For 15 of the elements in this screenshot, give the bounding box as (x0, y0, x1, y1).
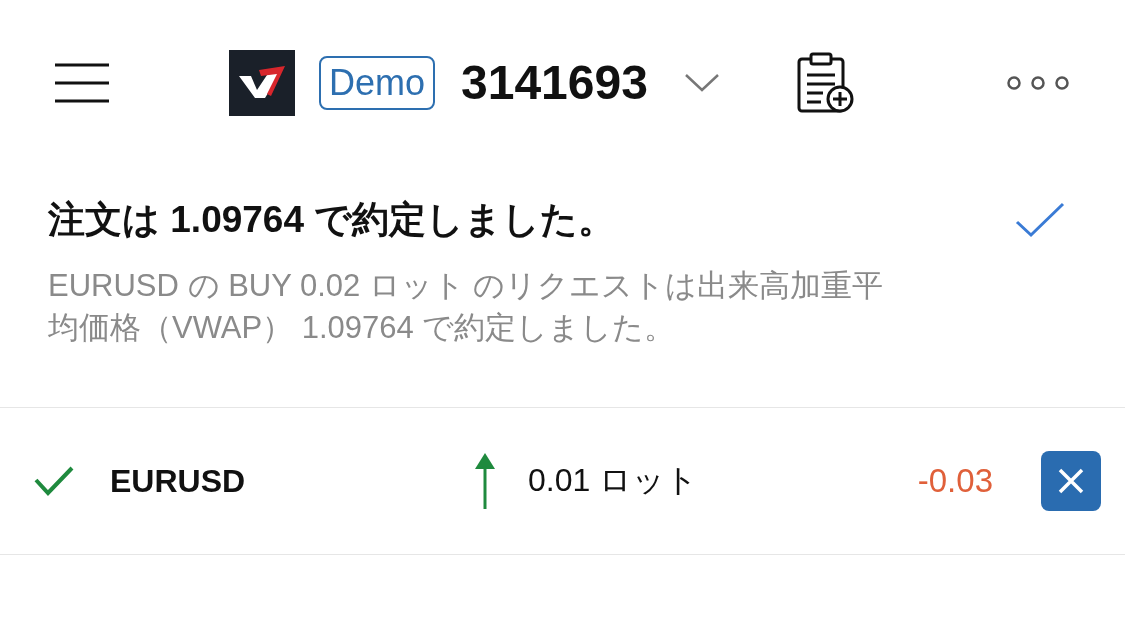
menu-icon[interactable] (55, 62, 109, 103)
logo-icon (229, 49, 295, 116)
notification-title: 注文は 1.09764 で約定しました。 (48, 198, 616, 242)
volume: 0.01 ロット (528, 461, 699, 500)
more-icon[interactable] (1006, 74, 1070, 91)
notification-message: EURUSD の BUY 0.02 ロット のリクエストは出来高加重平均価格（VWAP） 1.09764 で約定しました。 (48, 267, 885, 347)
symbol: EURUSD (110, 462, 247, 500)
demo-badge: Demo (319, 55, 436, 110)
arrow-up-icon (474, 453, 496, 509)
account-number[interactable]: 3141693 (461, 55, 648, 110)
close-icon (1058, 468, 1084, 494)
clipboard-add-icon[interactable] (795, 50, 856, 115)
close-button[interactable] (1041, 451, 1101, 511)
chevron-down-icon[interactable] (683, 72, 720, 93)
profit: -0.03 (917, 462, 993, 500)
